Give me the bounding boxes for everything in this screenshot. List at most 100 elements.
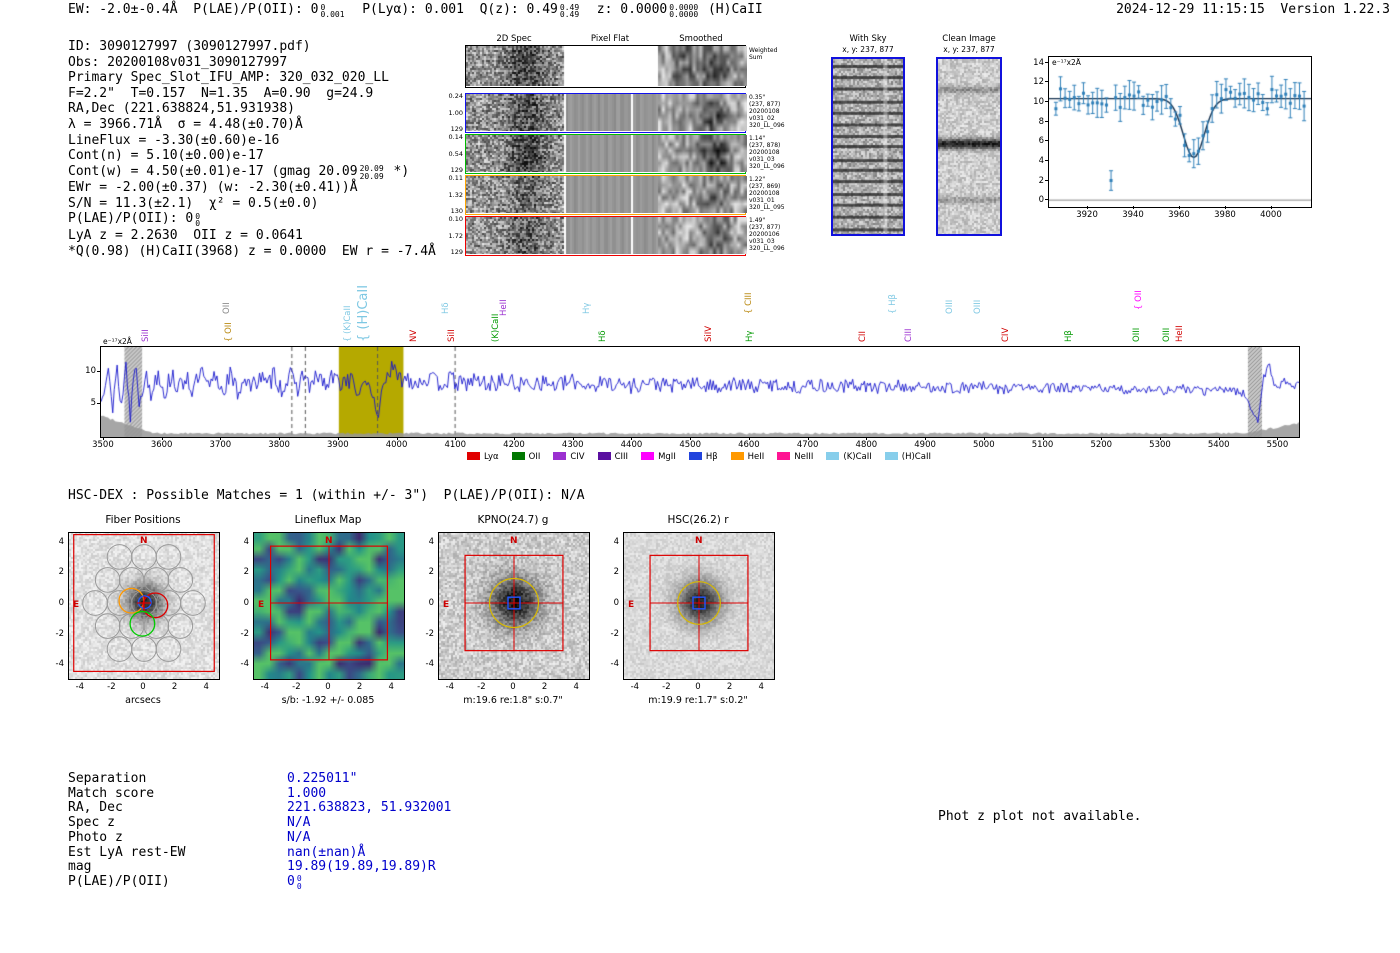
cutout-ytick: 2 [58,567,64,578]
cutout-xtick: 2 [541,682,548,692]
cutout-ytick: -4 [55,659,64,670]
spec2d-row-scales: 0.24 1.00 129 [448,92,463,133]
cutout-caption: s/b: -1.92 +/- 0.085 [281,695,375,706]
legend-item: NeIII [777,452,813,462]
info-line: LineFlux = -3.30(±0.60)e-16 [68,133,436,149]
fit-plot-xtick: 3980 [1214,210,1236,220]
fit-plot-ytickmark [1045,140,1048,142]
spectral-line-label: CIII [903,328,914,342]
info-text: Cont(w) = 4.50(±0.01)e-17 (gmag 20.09 [68,163,358,179]
sky-panel-title: Clean Image [942,34,996,44]
spectrum-xtick: 5000 [972,440,995,450]
cutout-title: HSC(26.2) r [667,514,729,526]
fit-plot-ytick: 14 [1033,57,1044,68]
spectral-line-label: Hγ [581,302,592,314]
cutout-xtick: 4 [203,682,209,692]
spectrum-xtick: 3800 [268,440,290,450]
cutout-xtick: 4 [758,682,764,692]
spectral-line-label: OIII [1161,327,1172,342]
legend-item: HeII [730,452,764,462]
info-line: ID: 3090127997 (3090127997.pdf) [68,39,436,55]
cutout-ytick: 0 [613,598,619,608]
legend-swatch [511,452,525,460]
sky-image-box [936,57,1002,236]
spectral-line-label: SiIV [703,325,714,342]
cutout-title: Fiber Positions [105,514,181,526]
match-table-value: 0.225011" [287,771,358,786]
spec2d-strip-canvas [466,135,747,172]
legend-item: Hβ [688,452,718,462]
spectral-line-label: { OII [1133,290,1144,310]
spec2d-column-title: 2D Spec [496,34,532,44]
cutout-ytick: -2 [610,628,619,639]
spec2d-strip-canvas [466,94,747,131]
fit-plot-ytickmark [1045,159,1048,161]
header-text: (H)CaII [700,2,763,17]
spec2d-row [465,93,747,133]
fit-plot-ytickmark [1045,61,1048,63]
spectral-line-label: SiII [141,329,152,342]
match-table-value: 221.638823, 51.932001 [287,800,452,816]
spec2d-strip-canvas [466,217,747,254]
spectrum-xtickmark [748,437,750,440]
cutout-ytick: -2 [240,628,249,639]
cutout-ytick: -2 [55,628,64,639]
fit-plot-ytick: 10 [1033,97,1044,108]
spec2d-row [465,216,747,256]
match-table-row: Photo z N/A [68,829,451,846]
cutout-xtick: -4 [630,682,640,692]
sky-image-canvas [938,59,1000,234]
spectrum-xtick: 4600 [738,440,760,450]
fit-plot-xtick: 3960 [1168,210,1190,220]
cutout-xtick: -4 [260,682,270,692]
fit-plot-ytick: 2 [1038,175,1044,186]
info-text: LineFlux = -3.30(±0.60)e-16 [68,132,280,148]
info-text: Obs: 20200108v031_3090127997 [68,54,288,70]
info-text: ID: 3090127997 (3090127997.pdf) [68,39,311,54]
match-table-row: Spec z N/A [68,815,451,831]
info-line: Cont(w) = 4.50(±0.01)e-17 (gmag 20.09 20.… [68,164,436,181]
spectrum-ytick: 5 [90,398,96,409]
legend-label: MgII [658,452,676,462]
spectrum-xtick: 3600 [150,440,173,450]
north-label: N [510,536,518,546]
cutout-caption: m:19.6 re:1.8" s:0.7" [463,695,563,706]
spectrum-xtick: 4000 [385,440,408,450]
spectrum-xtick: 4400 [620,440,643,450]
spectrum-xtickmark [161,437,163,440]
cutout-title: KPNO(24.7) g [477,514,549,526]
legend-label: Lyα [484,452,499,462]
header-text: z: 0.0000 [581,2,668,17]
match-table-label: Photo z [68,829,123,845]
spectrum-xtickmark [396,437,398,440]
spec2d-row-scales: 0.11 1.32 130 [448,174,463,215]
fit-plot-xtickmark [1087,206,1089,209]
info-line: Primary Spec_Slot_IFU_AMP: 320_032_020_L… [68,70,436,86]
cutout-xtick: 0 [510,682,516,692]
match-table-label: Match score [68,785,155,801]
spectral-line-label: (K)CaII [491,313,502,342]
cutout-overlay [464,554,564,652]
spectral-line-label: Hβ [1064,330,1075,342]
match-table-label: Est LyA rest-EW [68,844,186,860]
spec2d-row-scales: 0.14 0.54 129 [448,133,463,174]
match-table-row: RA, Dec 221.638823, 51.932001 [68,801,451,816]
cutout-xtick: -4 [75,682,85,692]
fit-plot-ytickmark [1045,101,1048,103]
spectral-line-label: HeII [1175,325,1186,342]
spectrum-xtickmark [925,437,927,440]
info-text: EWr = -2.00(±0.37) (w: -2.30(±0.41))Å [68,180,358,196]
spectrum-xtickmark [866,437,868,440]
cutout-title: Lineflux Map [294,514,362,526]
spec2d-row [465,175,747,215]
fit-plot-ytick: 8 [1038,116,1044,127]
north-label: N [325,536,333,546]
spec2d-row-annotation: 1.14" (237, 878) 20200108 v031_03 320_LL_096 [749,135,785,170]
spec2d-strip-canvas [466,46,747,86]
spectrum-xtick: 5300 [1149,440,1171,450]
cutout-ytick: 0 [58,598,64,608]
cutout-xtick: 4 [388,682,394,692]
spectral-line-label: { Hβ [887,294,898,314]
cutout-ytick: 0 [428,598,434,608]
north-label: N [140,536,148,546]
